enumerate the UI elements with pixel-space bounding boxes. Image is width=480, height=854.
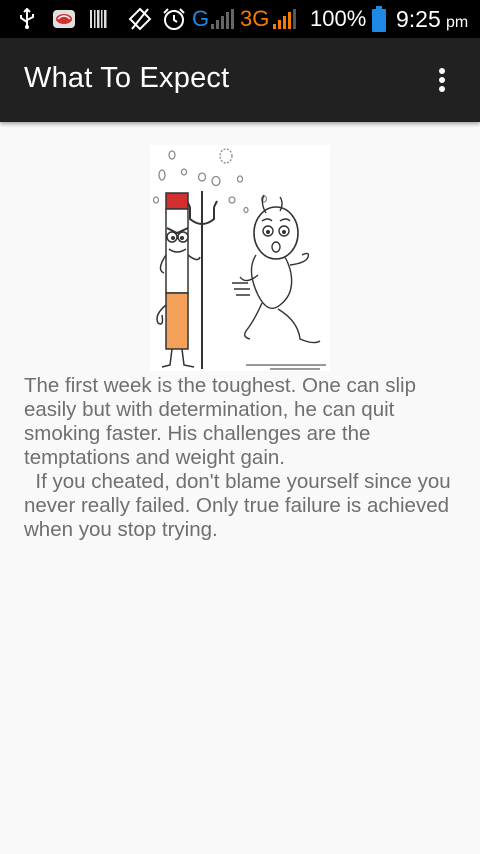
- clock-ampm: pm: [446, 14, 469, 31]
- cell-signal-icon: [210, 0, 236, 38]
- battery-icon: [372, 0, 386, 38]
- alarm-icon: [162, 0, 186, 38]
- status-bar: G 3G 100% 9:25 pm: [0, 0, 480, 38]
- page-title: What To Expect: [24, 62, 230, 94]
- cigarette-devil-chasing-man-illustration: [150, 145, 330, 371]
- clock-time: 9:25: [396, 5, 441, 32]
- app-bar: What To Expect: [0, 38, 480, 122]
- cell-signal-3g-icon: [272, 0, 298, 38]
- usb-icon: [18, 0, 36, 38]
- paragraph-2: If you cheated, don't blame yourself sin…: [24, 470, 457, 541]
- battery-percent: 100%: [310, 6, 367, 31]
- more-vert-icon: [439, 68, 445, 92]
- notification-icon: [52, 0, 76, 38]
- overflow-menu-button[interactable]: [422, 60, 462, 100]
- network-g-label: G: [192, 6, 210, 31]
- article-body: The first week is the toughest. One can …: [24, 374, 464, 542]
- paragraph-1: The first week is the toughest. One can …: [24, 374, 422, 469]
- network-3g-label: 3G: [240, 6, 270, 31]
- signal-off-icon: [128, 0, 152, 38]
- barcode-icon: [90, 0, 108, 38]
